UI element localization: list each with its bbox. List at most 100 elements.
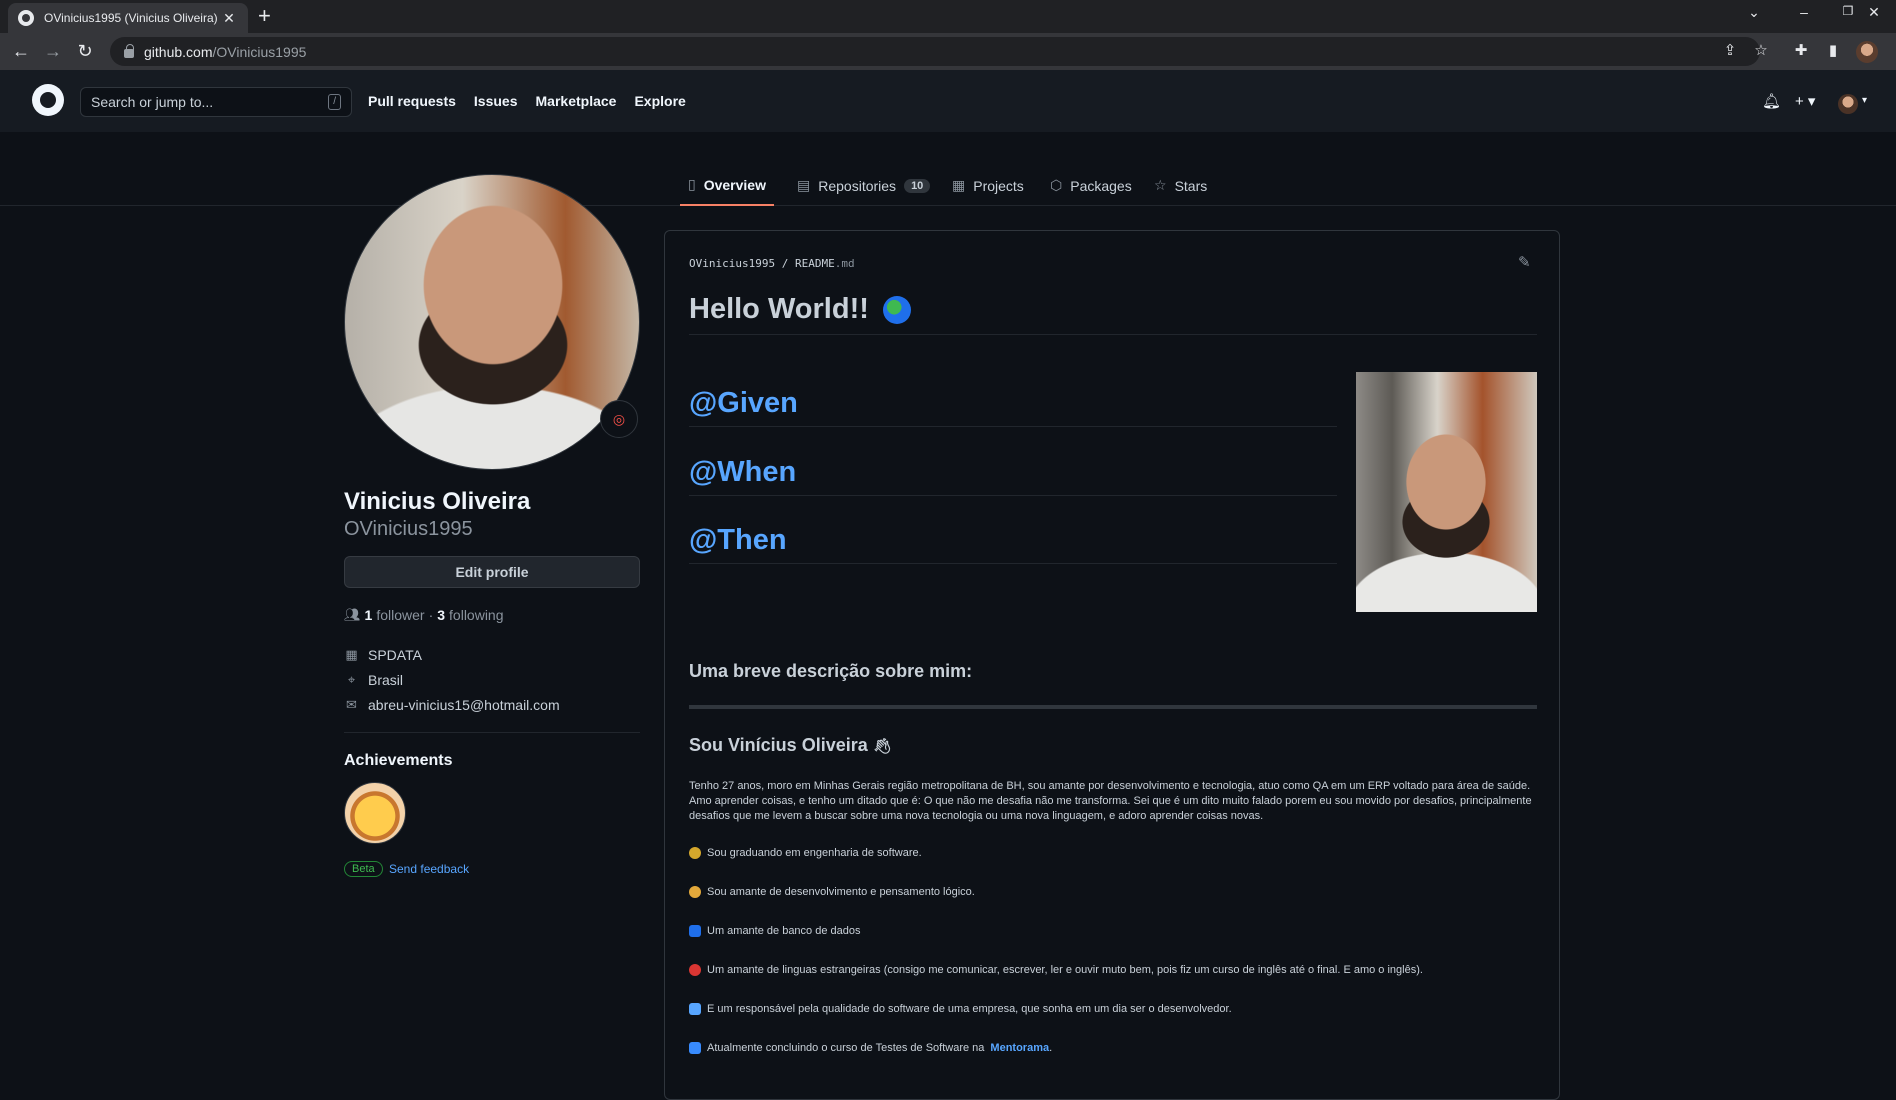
lock-icon [124,44,134,58]
company-text: SPDATA [368,647,422,663]
browser-tab-title: OVinicius1995 (Vinicius Oliveira) [44,11,218,25]
nav-issues[interactable]: Issues [474,93,518,109]
notifications-bell-icon[interactable]: 🔔︎ [1762,92,1781,110]
send-feedback-link[interactable]: Send feedback [389,862,469,876]
maple-leaf-icon [689,964,701,976]
achievement-badge-icon[interactable] [344,782,406,844]
nav-marketplace[interactable]: Marketplace [536,93,617,109]
heading-given: @Given [689,387,1337,427]
minimize-icon[interactable]: – [1782,4,1826,20]
tab-stars[interactable]: ☆ Stars [1146,165,1215,206]
chevron-down-icon[interactable]: ▾ [1862,95,1867,106]
intro-heading-text: Sou Vinícius Oliveira [689,735,868,755]
edit-profile-button[interactable]: Edit profile [344,556,640,588]
profile-tabs: ▯ Overview ▤ Repositories 10 ▦ Projects … [0,165,1896,206]
mail-icon: ✉ [346,697,357,712]
profile-avatar[interactable] [344,174,640,470]
list-item: Um amante de banco de dados [689,925,861,937]
forward-icon[interactable]: → [41,41,65,61]
follow-separator: · [428,607,434,623]
url-host: github.com [144,43,213,60]
share-icon[interactable]: ⇪ [1719,41,1741,59]
search-shortcut-key: / [328,94,341,110]
readme-path-slash: / [781,257,789,270]
readme-owner[interactable]: OVinicius1995 [689,257,775,270]
pencil-edit-icon[interactable]: ✎ [1518,253,1531,271]
readme-title-text: Hello World!! [689,293,869,325]
people-icon: 👥︎ [344,607,361,622]
followers-count[interactable]: 1 [365,607,373,623]
tab-projects-label: Projects [973,177,1024,194]
reload-icon[interactable]: ↻ [73,41,97,61]
list-item-text: Um amante de banco de dados [707,925,861,937]
list-item-text: Atualmente concluindo o curso de Testes … [707,1042,985,1054]
readme-title: Hello World!! [689,293,1537,335]
profile-login: OVinicius1995 [344,518,473,540]
readme-subtitle: Uma breve descrição sobre mim: [689,661,973,681]
follow-stats: 👥︎ 1 follower · 3 following [344,607,504,623]
tab-stars-label: Stars [1174,177,1208,194]
new-tab-button[interactable]: + [258,5,271,27]
list-item: Atualmente concluindo o curso de Testes … [689,1042,1052,1054]
thinking-face-icon [689,886,701,898]
side-panel-icon[interactable]: ▮ [1822,41,1844,59]
location-icon: ⌖ [347,672,356,687]
close-window-icon[interactable]: ✕ [1852,4,1896,21]
readme-profile-photo [1356,372,1537,612]
following-label[interactable]: following [449,607,503,623]
beta-label: Beta [344,861,383,877]
bookmark-star-icon[interactable]: ☆ [1750,41,1772,59]
mentorama-link[interactable]: Mentorama [990,1042,1049,1054]
readme-file: README [794,257,835,270]
browser-profile-avatar[interactable] [1856,41,1878,63]
search-input[interactable]: Search or jump to... / [80,87,352,117]
github-favicon-icon [18,10,34,26]
tab-packages[interactable]: ⬡ Packages [1042,165,1140,206]
github-header: Search or jump to... / Pull requests Iss… [0,70,1896,132]
nav-pull-requests[interactable]: Pull requests [368,93,456,109]
repositories-count-badge: 10 [904,178,931,193]
table-icon: ▦ [952,177,966,193]
list-item: Um amante de linguas estrangeiras (consi… [689,964,1423,976]
tab-overview-label: Overview [703,176,766,193]
browser-toolbar: ← → ↻ github.com /OVinicius1995 ⇪ ☆ ✚ ▮ [0,33,1896,70]
organization-icon: ▦ [345,647,358,662]
browser-tabstrip: OVinicius1995 (Vinicius Oliveira) ✕ + ⌄ … [0,0,1896,33]
nav-explore[interactable]: Explore [634,93,685,109]
global-nav: Pull requests Issues Marketplace Explore [368,93,686,109]
user-menu-avatar[interactable] [1838,94,1858,114]
tab-repositories-label: Repositories [818,177,897,194]
address-bar[interactable]: github.com /OVinicius1995 [110,37,1760,66]
profile-name: Vinicius Oliveira [344,488,531,515]
sidebar-divider [344,732,640,733]
list-item: E um responsável pela qualidade do softw… [689,1003,1232,1015]
tab-search-icon[interactable]: ⌄ [1732,4,1776,21]
tab-projects[interactable]: ▦ Projects [944,165,1032,206]
github-logo-icon[interactable] [32,84,64,116]
tab-repositories[interactable]: ▤ Repositories 10 [789,165,938,206]
close-tab-icon[interactable]: ✕ [220,10,238,27]
achievements-title: Achievements [344,752,453,769]
extensions-icon[interactable]: ✚ [1790,41,1812,59]
tab-overview[interactable]: ▯ Overview [680,165,774,206]
following-count[interactable]: 3 [437,607,445,623]
create-new-dropdown[interactable]: + ▾ [1795,92,1815,110]
url-path: /OVinicius1995 [212,43,307,60]
list-item-text: Sou graduando em engenharia de software. [707,847,922,859]
list-item-text: Sou amante de desenvolvimento e pensamen… [707,886,975,898]
location-text: Brasil [368,672,404,688]
back-icon[interactable]: ← [9,41,33,61]
waving-hand-icon: 👋︎ [872,738,892,755]
vcard-email: ✉ abreu-vinicius15@hotmail.com [344,697,560,713]
star-icon: ☆ [1154,177,1167,193]
link-suffix: . [1049,1042,1053,1054]
vcard-location: ⌖ Brasil [344,672,403,688]
email-link[interactable]: abreu-vinicius15@hotmail.com [368,697,560,713]
readme-ext: .md [834,257,855,270]
heading-when: @When [689,456,1337,496]
status-target-icon[interactable]: ◎ [600,400,638,438]
readme-path: OVinicius1995 / README.md [689,257,855,270]
followers-label[interactable]: follower [376,607,424,623]
tab-packages-label: Packages [1070,177,1132,194]
browser-tab[interactable]: OVinicius1995 (Vinicius Oliveira) ✕ [8,3,248,33]
